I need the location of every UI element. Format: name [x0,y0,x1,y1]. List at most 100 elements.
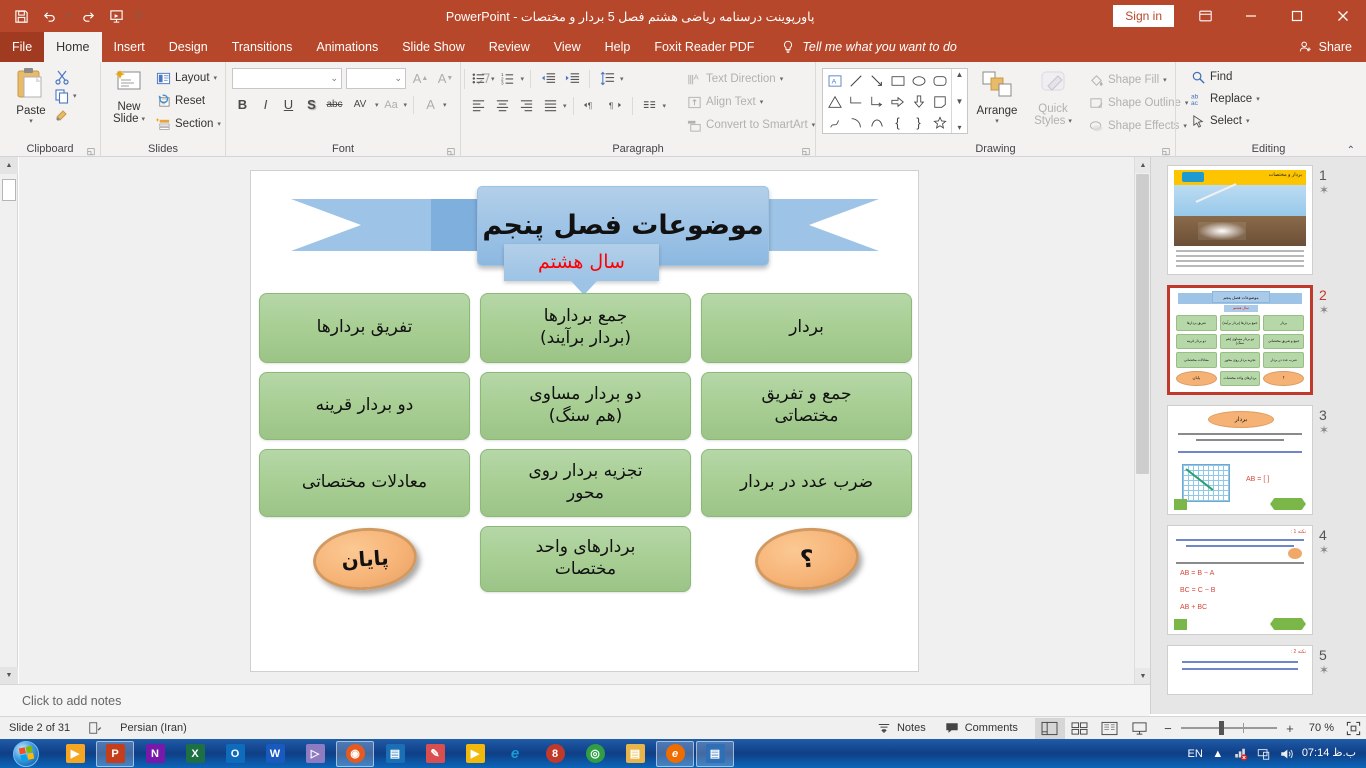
taskbar-word-app[interactable]: W [256,741,294,767]
justify-icon[interactable] [539,95,561,116]
new-slide-dropdown-icon[interactable]: ▾ [142,115,146,123]
taskbar-firefox-app[interactable]: ◉ [336,740,374,767]
shapes-scroll-up-icon[interactable]: ▲ [956,70,964,79]
replace-dropdown-icon[interactable]: ▾ [1256,95,1260,103]
shape-left-brace-icon[interactable]: { [887,112,908,133]
rtl-text-direction-icon[interactable]: ¶ [604,95,626,116]
topic-box-subtract-vectors[interactable]: تفریق بردارها [259,292,470,363]
text-shadow-button[interactable]: S [301,94,322,115]
slide-thumbnail-2[interactable]: موضوعات فصل پنجم سال هشتم تفریق بردارها … [1167,285,1313,395]
taskbar-clock[interactable]: 07:14 ب.ظ [1302,747,1356,760]
bullets-dropdown-icon[interactable]: ▾ [491,75,495,83]
justify-dropdown-icon[interactable]: ▾ [563,102,567,110]
quick-styles-button[interactable]: Quick Styles ▾ [1026,68,1080,129]
slide-scroll-up-icon[interactable]: ▲ [1135,157,1151,173]
layout-button[interactable]: Layout ▾ [151,68,225,88]
shape-triangle-icon[interactable] [824,91,845,112]
tell-me-search[interactable]: Tell me what you want to do [766,32,957,62]
shape-line-icon[interactable] [845,70,866,91]
character-spacing-button[interactable]: AV [347,94,373,115]
slide-thumbnail-1[interactable]: بردار و مختصات [1167,165,1313,275]
font-color-button[interactable]: A [420,94,441,115]
zoom-thumb[interactable] [1218,721,1224,735]
start-from-beginning-icon[interactable] [103,3,129,29]
font-size-box[interactable]: ⌄ [346,68,406,89]
topic-box-vector[interactable]: بردار [701,292,912,363]
taskbar-media-player-app[interactable]: ▶ [56,741,94,767]
sign-in-button[interactable]: Sign in [1113,5,1174,27]
end-oval-button[interactable]: پایان [310,523,419,594]
slide-canvas-area[interactable]: موضوعات فصل پنجم سال هشتم تفریق بردارها … [19,157,1151,684]
bold-button[interactable]: B [232,94,253,115]
select-dropdown-icon[interactable]: ▾ [1246,117,1250,125]
shapes-more-icon[interactable]: ▾ [957,123,961,132]
character-spacing-dropdown-icon[interactable]: ▾ [375,101,379,109]
change-case-dropdown-icon[interactable]: ▾ [404,101,408,109]
format-painter-icon[interactable] [54,107,70,123]
save-icon[interactable] [8,3,34,29]
slide-show-view-button[interactable] [1125,718,1155,739]
shape-rounded-rectangle-icon[interactable] [929,70,950,91]
slide-thumbnail-pane[interactable]: بردار و مختصات 1 ✶ موضوعات فصل پنجم سال … [1150,157,1366,714]
shapes-scroll-down-icon[interactable]: ▼ [956,97,964,106]
topic-box-coordinate-add-subtract[interactable]: جمع و تفریق مختصاتی [701,371,912,440]
topic-box-unit-vectors[interactable]: بردارهای واحد مختصات [480,525,691,592]
shape-star-icon[interactable] [929,112,950,133]
network-error-icon[interactable] [1233,746,1249,762]
section-button[interactable]: Section ▾ [151,114,225,134]
topic-box-equal-vectors[interactable]: دو بردار مساوی (هم سنگ) [480,371,691,440]
zoom-in-button[interactable]: + [1283,721,1297,736]
left-scroll-strip[interactable]: ▲ ▼ [0,157,18,684]
align-text-button[interactable]: Align Text ▾ [682,92,819,112]
shape-right-brace-icon[interactable]: } [908,112,929,133]
normal-view-button[interactable] [1034,717,1065,739]
paragraph-dialog-launcher[interactable]: ◱ [801,146,811,156]
replace-button[interactable]: ab ac Replace ▾ [1186,89,1264,109]
align-left-icon[interactable] [467,95,489,116]
font-dialog-launcher[interactable]: ◱ [446,146,456,156]
italic-button[interactable]: I [255,94,276,115]
shape-folded-corner-icon[interactable] [929,91,950,112]
undo-icon[interactable] [36,3,62,29]
copy-dropdown-icon[interactable]: ▾ [73,92,77,100]
tab-foxit-reader-pdf[interactable]: Foxit Reader PDF [642,32,766,62]
undo-dropdown-icon[interactable]: ▾ [64,3,73,29]
text-direction-button[interactable]: A Text Direction ▾ [682,69,819,89]
redo-icon[interactable] [75,3,101,29]
taskbar-powerpoint-app[interactable]: P [96,740,134,767]
shapes-gallery[interactable]: A {} ▲ ▼ ▾ [822,68,968,134]
tab-help[interactable]: Help [593,32,643,62]
shape-curve-icon[interactable] [866,112,887,133]
scroll-up-icon[interactable]: ▲ [0,157,18,174]
start-button[interactable] [0,739,52,768]
shape-arrow-icon[interactable] [866,70,887,91]
line-spacing-icon[interactable] [596,68,618,89]
font-color-dropdown-icon[interactable]: ▾ [443,101,447,109]
increase-indent-icon[interactable] [561,68,583,89]
tab-animations[interactable]: Animations [304,32,390,62]
align-center-icon[interactable] [491,95,513,116]
reading-view-button[interactable] [1095,718,1125,739]
decrease-indent-icon[interactable] [537,68,559,89]
minimize-icon[interactable] [1228,0,1274,32]
display-icon[interactable] [1256,746,1272,762]
taskbar-paint-app[interactable]: ✎ [416,741,454,767]
zoom-percentage[interactable]: 70 % [1303,722,1340,734]
section-dropdown-icon[interactable]: ▾ [217,120,221,128]
taskbar-file-explorer-app[interactable]: ▤ [616,741,654,767]
volume-icon[interactable] [1279,746,1295,762]
arrange-dropdown-icon[interactable]: ▾ [995,117,999,125]
change-case-button[interactable]: Aa [381,94,402,115]
slide-thumbnail-3[interactable]: بردار AB = [ ] [1167,405,1313,515]
scroll-down-icon[interactable]: ▼ [0,667,18,684]
arrange-button[interactable]: Arrange ▾ [968,68,1026,127]
new-slide-button[interactable]: New Slide ▾ [107,66,151,127]
collapse-ribbon-icon[interactable]: ⌃ [1347,145,1355,156]
comments-button[interactable]: Comments [935,720,1027,736]
close-icon[interactable] [1320,0,1366,32]
topic-box-vector-decomposition[interactable]: تجزیه بردار روی محور [480,448,691,517]
shape-scribble-icon[interactable] [824,112,845,133]
slide-canvas[interactable]: موضوعات فصل پنجم سال هشتم تفریق بردارها … [250,169,919,672]
shape-oval-icon[interactable] [908,70,929,91]
convert-to-smartart-button[interactable]: Convert to SmartArt ▾ [682,115,819,135]
